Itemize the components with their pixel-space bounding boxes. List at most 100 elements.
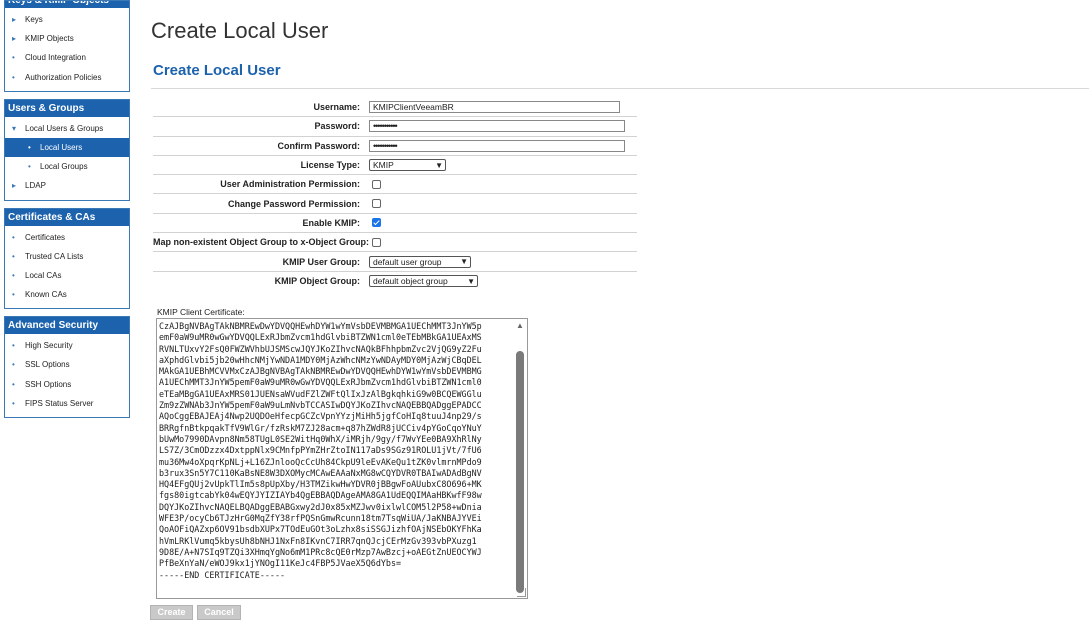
sidebar-item-ssh-options[interactable]: • SSH Options: [5, 375, 129, 394]
users-groups-panel-title: Users & Groups: [5, 99, 129, 117]
sidebar-item-label: Local Users & Groups: [25, 123, 104, 133]
user-admin-permission-checkbox[interactable]: [372, 179, 381, 189]
map-object-group-checkbox[interactable]: [372, 237, 381, 247]
password-row: Password: •••••••••••: [153, 117, 637, 137]
scrollbar-thumb[interactable]: [516, 351, 524, 593]
username-label: Username:: [313, 102, 360, 113]
sidebar-item-label: Local Groups: [40, 162, 88, 172]
username-input[interactable]: KMIPClientVeeamBR: [369, 101, 620, 114]
create-button[interactable]: Create: [150, 605, 193, 620]
kmip-user-group-select[interactable]: default user group ▼: [369, 255, 471, 268]
certificates-panel: Certificates & CAs • Certificates • Truste…: [4, 207, 130, 310]
sidebar-item-label: Certificates: [25, 232, 66, 242]
sidebar-item-local-users[interactable]: • Local Users: [5, 137, 129, 158]
kmip-client-certificate-textarea[interactable]: CzAJBgNVBAgTAkNBMREwDwYDVQQHEwhDYW1wYmVs…: [156, 318, 528, 599]
resize-handle-icon[interactable]: [517, 588, 526, 597]
confirm-password-row: Confirm Password: •••••••••••: [153, 137, 637, 156]
license-type-value: KMIP: [373, 160, 394, 171]
divider: [151, 88, 1089, 89]
chevron-right-icon: ▸: [12, 181, 17, 191]
sidebar-item-label: Trusted CA Lists: [25, 251, 84, 261]
bullet-icon: •: [12, 398, 15, 408]
sidebar-item-certificates[interactable]: • Certificates: [5, 228, 129, 247]
user-admin-permission-label: User Administration Permission:: [220, 179, 360, 190]
kmip-user-group-row: KMIP User Group: default user group ▼: [153, 252, 637, 272]
license-type-row: License Type: KMIP ▼: [153, 156, 637, 176]
chevron-right-icon: ▸: [12, 34, 17, 44]
password-input[interactable]: •••••••••••: [369, 120, 625, 133]
kmip-object-group-select[interactable]: default object group ▼: [369, 275, 478, 288]
advanced-security-panel-title: Advanced Security: [5, 317, 129, 335]
confirm-password-label: Confirm Password:: [277, 140, 360, 151]
user-admin-permission-row: User Administration Permission:: [153, 175, 637, 195]
kmip-object-group-value: default object group: [373, 276, 448, 287]
enable-kmip-row: Enable KMIP:: [153, 214, 637, 234]
bullet-icon: •: [12, 379, 15, 389]
sidebar-item-fips-status-server[interactable]: • FIPS Status Server: [5, 394, 129, 413]
bullet-icon: •: [12, 360, 15, 370]
sidebar-item-label: Local Users: [40, 142, 83, 152]
chevron-down-icon: ▼: [435, 160, 443, 170]
bullet-icon: •: [28, 162, 31, 172]
keys-panel-title: Keys & KMIP Objects: [5, 1, 129, 8]
sidebar-item-ssl-options[interactable]: • SSL Options: [5, 355, 129, 374]
sidebar-item-label: KMIP Objects: [25, 34, 74, 44]
bullet-icon: •: [28, 142, 31, 152]
change-password-permission-checkbox[interactable]: [372, 199, 381, 209]
users-groups-panel: Users & Groups ▾ Local Users & Groups • Lo…: [4, 98, 130, 201]
sidebar-item-trusted-ca-lists[interactable]: • Trusted CA Lists: [5, 247, 129, 266]
confirm-password-input[interactable]: •••••••••••: [369, 139, 625, 152]
page-title: Create Local User: [151, 18, 329, 43]
kmip-client-certificate-label: KMIP Client Certificate:: [157, 307, 245, 317]
sidebar: Keys & KMIP Objects ▸Keys ▸KMIP Objects …: [4, 0, 130, 425]
enable-kmip-label: Enable KMIP:: [302, 217, 360, 228]
create-user-form: Username: KMIPClientVeeamBR Password: ••…: [153, 98, 637, 291]
sidebar-item-label: SSH Options: [25, 379, 72, 389]
sidebar-item-label: LDAP: [25, 181, 46, 191]
sidebar-item-cloud-integration[interactable]: • Cloud Integration: [5, 48, 129, 67]
sidebar-item-ldap[interactable]: ▸ LDAP: [5, 176, 129, 195]
map-object-group-row: Map non-existent Object Group to x-Objec…: [153, 233, 637, 253]
sidebar-item-label: SSL Options: [25, 360, 70, 370]
cancel-button[interactable]: Cancel: [197, 605, 241, 620]
kmip-user-group-value: default user group: [373, 256, 442, 267]
scroll-up-icon[interactable]: ▲: [516, 321, 524, 330]
sidebar-item-local-users-groups[interactable]: ▾ Local Users & Groups: [5, 119, 129, 138]
certificate-text: CzAJBgNVBAgTAkNBMREwDwYDVQQHEwhDYW1wYmVs…: [159, 321, 482, 580]
sidebar-item-label: Cloud Integration: [25, 53, 86, 63]
chevron-right-icon: ▸: [12, 15, 17, 24]
sidebar-item-label: Local CAs: [25, 270, 62, 280]
advanced-security-panel: Advanced Security • High Security • SSL Op…: [4, 316, 130, 418]
sidebar-item-label: Keys: [25, 15, 43, 24]
chevron-down-icon: ▼: [460, 257, 468, 267]
certificates-panel-title: Certificates & CAs: [5, 208, 129, 226]
chevron-down-icon: ▼: [467, 276, 475, 286]
sidebar-item-label: FIPS Status Server: [25, 398, 94, 408]
license-type-label: License Type:: [300, 160, 360, 171]
sidebar-item-label: High Security: [25, 341, 73, 351]
sidebar-item-high-security[interactable]: • High Security: [5, 336, 129, 355]
change-password-permission-row: Change Password Permission:: [153, 194, 637, 214]
change-password-permission-label: Change Password Permission:: [227, 198, 360, 209]
bullet-icon: •: [12, 341, 15, 351]
sidebar-item-known-cas[interactable]: • Known CAs: [5, 285, 129, 304]
chevron-down-icon: ▾: [12, 123, 17, 133]
enable-kmip-checkbox[interactable]: [372, 218, 381, 228]
section-title: Create Local User: [153, 62, 281, 79]
scrollbar[interactable]: ▲: [514, 321, 525, 593]
sidebar-item-label: Known CAs: [25, 290, 67, 300]
sidebar-item-authorization-policies[interactable]: • Authorization Policies: [5, 68, 129, 87]
license-type-select[interactable]: KMIP ▼: [369, 159, 446, 172]
sidebar-item-local-cas[interactable]: • Local CAs: [5, 266, 129, 285]
sidebar-item-local-groups[interactable]: • Local Groups: [5, 157, 129, 176]
sidebar-item-kmip-objects[interactable]: ▸ KMIP Objects: [5, 29, 129, 48]
bullet-icon: •: [12, 251, 15, 261]
sidebar-item-keys[interactable]: ▸ Keys: [5, 10, 129, 29]
map-object-group-label: Map non-existent Object Group to x-Objec…: [153, 237, 370, 248]
bullet-icon: •: [12, 270, 15, 280]
bullet-icon: •: [12, 232, 15, 242]
bullet-icon: •: [12, 53, 15, 63]
keys-panel: Keys & KMIP Objects ▸Keys ▸KMIP Objects …: [4, 0, 130, 92]
bullet-icon: •: [12, 72, 15, 82]
password-label: Password:: [314, 121, 360, 132]
